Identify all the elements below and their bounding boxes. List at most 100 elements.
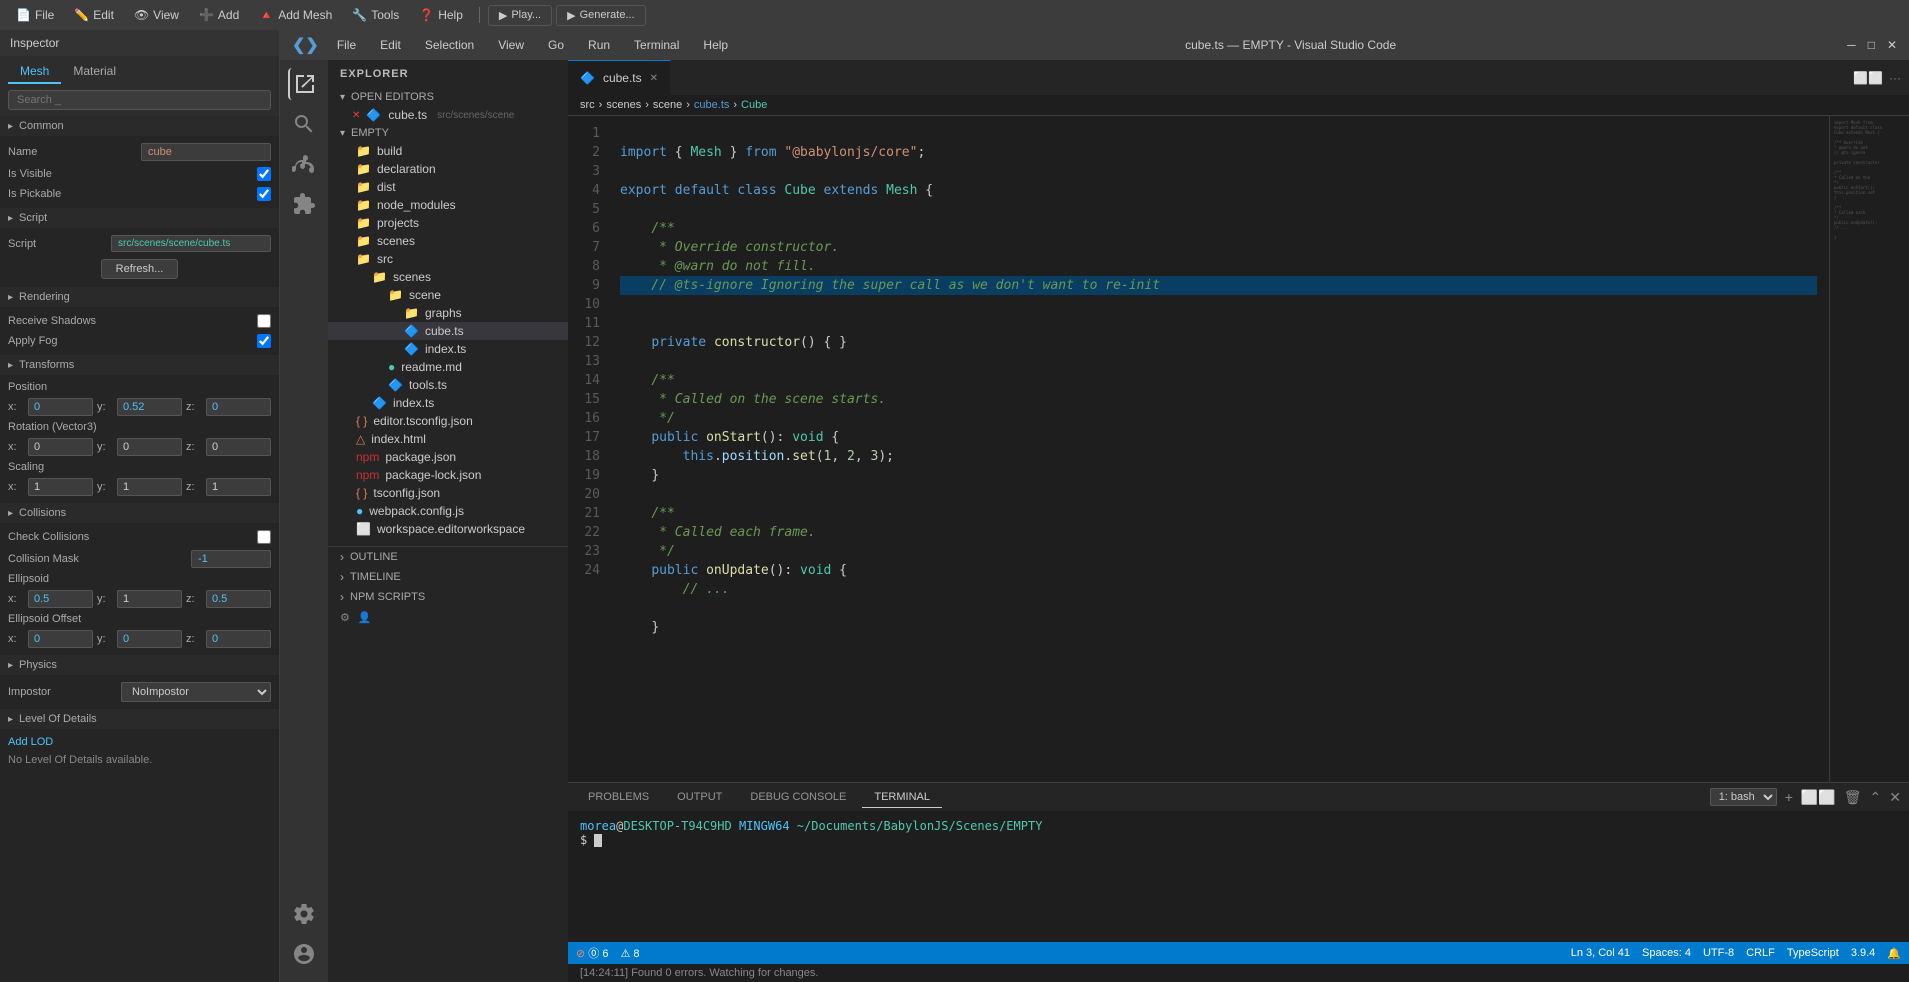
elo-y-input[interactable] <box>117 630 182 648</box>
empty-section[interactable]: EMPTY <box>328 124 568 142</box>
tree-item-tools[interactable]: 🔷 tools.ts <box>328 376 568 394</box>
tree-item-readme[interactable]: ● readme.md <box>328 358 568 376</box>
collision-mask-input[interactable] <box>191 550 271 568</box>
breadcrumb-file[interactable]: cube.ts <box>694 99 729 111</box>
ell-y-input[interactable] <box>117 590 182 608</box>
spaces[interactable]: Spaces: 4 <box>1642 947 1691 959</box>
tree-item-editor-tsconfig[interactable]: { } editor.tsconfig.json <box>328 412 568 430</box>
generate-button[interactable]: ▶ Generate... <box>556 5 646 26</box>
tree-item-webpack[interactable]: ● webpack.config.js <box>328 502 568 520</box>
split-terminal-button[interactable]: ⬜⬜ <box>1801 789 1836 806</box>
section-common[interactable]: Common <box>0 116 279 136</box>
tree-item-package-lock[interactable]: npm package-lock.json <box>328 466 568 484</box>
search-icon[interactable] <box>288 108 320 140</box>
tree-item-cube-ts[interactable]: 🔷 cube.ts <box>328 322 568 340</box>
pos-z-input[interactable] <box>206 398 271 416</box>
maximize-button[interactable]: □ <box>1868 38 1875 52</box>
receive-shadows-checkbox[interactable] <box>257 314 271 328</box>
timeline-section[interactable]: TIMELINE <box>328 567 568 587</box>
tab-output[interactable]: OUTPUT <box>665 787 734 807</box>
check-collisions-checkbox[interactable] <box>257 530 271 544</box>
tree-item-scenes-src[interactable]: 📁 scenes <box>328 268 568 286</box>
tree-item-src[interactable]: 📁 src <box>328 250 568 268</box>
apply-fog-checkbox[interactable] <box>257 334 271 348</box>
view-menu[interactable]: 👁 View <box>126 6 187 24</box>
tree-item-index-ts-src[interactable]: 🔷 index.ts <box>328 394 568 412</box>
selection-menu-vs[interactable]: Selection <box>419 36 480 54</box>
tools-menu[interactable]: 🔧 Tools <box>344 6 407 24</box>
pos-x-input[interactable] <box>28 398 93 416</box>
minimize-button[interactable]: ─ <box>1847 38 1856 52</box>
open-editors-section[interactable]: OPEN EDITORS <box>328 88 568 106</box>
is-visible-checkbox[interactable] <box>257 167 271 181</box>
edit-menu-vs[interactable]: Edit <box>374 36 407 54</box>
section-collisions[interactable]: Collisions <box>0 503 279 523</box>
section-transforms[interactable]: Transforms <box>0 355 279 375</box>
breadcrumb-class[interactable]: Cube <box>741 99 767 111</box>
scale-z-input[interactable] <box>206 478 271 496</box>
open-editor-cube[interactable]: ✕ 🔷 cube.ts src/scenes/scene <box>328 106 568 124</box>
new-terminal-button[interactable]: + <box>1785 789 1793 805</box>
tab-terminal[interactable]: TERMINAL <box>862 787 942 808</box>
tree-item-projects[interactable]: 📁 projects <box>328 214 568 232</box>
tab-debug-console[interactable]: DEBUG CONSOLE <box>738 787 858 807</box>
tree-item-scene[interactable]: 📁 scene <box>328 286 568 304</box>
terminal-shell-select[interactable]: 1: bash <box>1710 788 1777 806</box>
play-button[interactable]: ▶ Play... <box>488 5 552 26</box>
tree-item-graphs[interactable]: 📁 graphs <box>328 304 568 322</box>
section-physics[interactable]: Physics <box>0 655 279 675</box>
run-menu-vs[interactable]: Run <box>582 36 616 54</box>
section-script[interactable]: Script <box>0 208 279 228</box>
tree-item-node_modules[interactable]: 📁 node_modules <box>328 196 568 214</box>
settings-cog-icon[interactable]: ⚙ <box>340 611 350 624</box>
tree-item-index-ts-scene[interactable]: 🔷 index.ts <box>328 340 568 358</box>
add-lod-button[interactable]: Add LOD <box>8 733 53 751</box>
rot-y-input[interactable] <box>117 438 182 456</box>
tree-item-dist[interactable]: 📁 dist <box>328 178 568 196</box>
pos-y-input[interactable] <box>117 398 182 416</box>
expand-terminal-button[interactable]: ⌃ <box>1870 789 1882 806</box>
ell-z-input[interactable] <box>206 590 271 608</box>
tree-item-package-json[interactable]: npm package.json <box>328 448 568 466</box>
tree-item-declaration[interactable]: 📁 declaration <box>328 160 568 178</box>
tree-item-index-html[interactable]: △ index.html <box>328 430 568 448</box>
tab-cube-ts[interactable]: 🔷 cube.ts ✕ <box>568 60 671 95</box>
file-menu[interactable]: 📄 File <box>8 6 62 24</box>
close-button[interactable]: ✕ <box>1887 38 1897 52</box>
tab-mesh[interactable]: Mesh <box>8 60 61 84</box>
warning-count[interactable]: ⚠ 8 <box>620 947 639 960</box>
ln-col[interactable]: Ln 3, Col 41 <box>1571 947 1630 959</box>
close-terminal-button[interactable]: ✕ <box>1889 789 1901 806</box>
ell-x-input[interactable] <box>28 590 93 608</box>
account-icon-bottom[interactable]: 👤 <box>358 611 372 624</box>
breadcrumb-scene[interactable]: scene <box>653 99 682 111</box>
elo-z-input[interactable] <box>206 630 271 648</box>
elo-x-input[interactable] <box>28 630 93 648</box>
encoding[interactable]: UTF-8 <box>1703 947 1734 959</box>
breadcrumb-src[interactable]: src <box>580 99 595 111</box>
tab-problems[interactable]: PROBLEMS <box>576 787 661 807</box>
notifications-icon[interactable]: 🔔 <box>1887 947 1901 960</box>
help-menu-vs[interactable]: Help <box>697 36 734 54</box>
scale-x-input[interactable] <box>28 478 93 496</box>
tree-item-tsconfig[interactable]: { } tsconfig.json <box>328 484 568 502</box>
split-editor-icon[interactable]: ⬜⬜ <box>1853 71 1883 85</box>
line-ending[interactable]: CRLF <box>1746 947 1775 959</box>
outline-section[interactable]: OUTLINE <box>328 547 568 567</box>
name-input[interactable] <box>141 143 271 161</box>
section-rendering[interactable]: Rendering <box>0 287 279 307</box>
ts-version[interactable]: 3.9.4 <box>1851 947 1875 959</box>
scale-y-input[interactable] <box>117 478 182 496</box>
search-input[interactable] <box>8 90 271 110</box>
file-menu-vs[interactable]: File <box>331 36 362 54</box>
view-menu-vs[interactable]: View <box>492 36 530 54</box>
terminal-body[interactable]: morea@DESKTOP-T94C9HD MINGW64 ~/Document… <box>568 811 1909 942</box>
trash-terminal-button[interactable]: 🗑 <box>1844 789 1862 806</box>
tab-material[interactable]: Material <box>61 60 128 84</box>
go-menu-vs[interactable]: Go <box>542 36 570 54</box>
code-editor[interactable]: 1234 5678 9101112 13141516 17181920 2122… <box>568 116 1909 782</box>
impostor-select[interactable]: NoImpostor SphereImpostor BoxImpostor <box>121 682 271 702</box>
error-count[interactable]: ⊘ ⓪ 6 <box>576 945 608 961</box>
is-pickable-checkbox[interactable] <box>257 187 271 201</box>
add-menu[interactable]: ➕ Add <box>191 6 247 24</box>
